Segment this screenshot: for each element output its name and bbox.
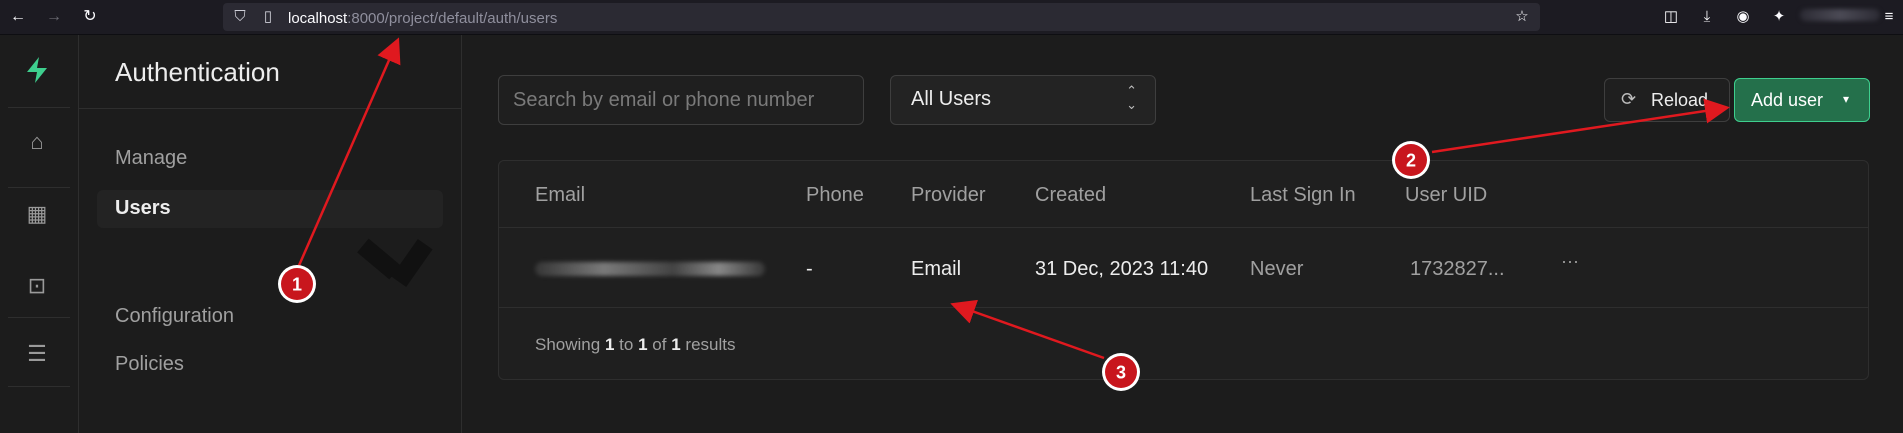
sidebar-item-manage: Manage bbox=[115, 147, 188, 169]
reload-page-icon[interactable]: ↻ bbox=[80, 7, 100, 27]
extensions-icon[interactable]: ✦ bbox=[1770, 8, 1788, 26]
address-bar[interactable]: ⛉ ▯ localhost:8000/project/default/auth/… bbox=[223, 3, 1540, 31]
column-header-email[interactable]: Email bbox=[535, 184, 585, 207]
sidebar-item-configuration[interactable]: Configuration bbox=[115, 305, 234, 328]
cell-created: 31 Dec, 2023 11:40 bbox=[1035, 258, 1209, 280]
add-user-label: Add user bbox=[1751, 90, 1824, 110]
column-header-last-sign-in[interactable]: Last Sign In bbox=[1250, 184, 1356, 207]
cell-last-sign-in: Never bbox=[1250, 258, 1304, 280]
user-filter-select[interactable]: All Users ⌃ ⌄ bbox=[890, 75, 1156, 125]
supabase-logo-icon[interactable] bbox=[22, 55, 52, 85]
chevron-up-down-icon: ⌃ ⌄ bbox=[1126, 83, 1137, 112]
page-icon: ▯ bbox=[263, 8, 273, 25]
reload-label: Reload bbox=[1651, 90, 1709, 110]
terminal-icon[interactable]: ⊡ bbox=[22, 271, 52, 301]
add-user-button[interactable]: Add user ▾ bbox=[1734, 78, 1870, 122]
download-icon[interactable]: ⤓ bbox=[1698, 8, 1716, 26]
icon-rail: ⌂ ▦ ⊡ ☰ bbox=[0, 35, 79, 433]
section-title: Authentication bbox=[115, 57, 280, 87]
sidebar-item-users[interactable]: Users bbox=[115, 197, 171, 220]
column-header-created[interactable]: Created bbox=[1035, 184, 1106, 207]
browser-toolbar: ← → ↻ ⛉ ▯ localhost:8000/project/default… bbox=[0, 0, 1903, 35]
forward-icon[interactable]: → bbox=[44, 7, 64, 27]
redacted-email bbox=[535, 262, 765, 276]
users-table: Email Phone Provider Created Last Sign I… bbox=[498, 160, 1869, 380]
storage-icon[interactable]: ☰ bbox=[22, 339, 52, 369]
url-text[interactable]: localhost:8000/project/default/auth/user… bbox=[288, 10, 557, 27]
search-input[interactable] bbox=[511, 86, 845, 114]
table-icon[interactable]: ▦ bbox=[22, 199, 52, 229]
shield-icon[interactable]: ⛉ bbox=[231, 8, 249, 26]
pocket-icon[interactable]: ◫ bbox=[1662, 8, 1680, 26]
reload-button[interactable]: ⟳ Reload bbox=[1604, 78, 1730, 122]
column-header-provider[interactable]: Provider bbox=[911, 184, 985, 207]
cell-user-uid: 1732827... bbox=[1410, 258, 1505, 280]
redacted-toolbar-area bbox=[1800, 9, 1880, 21]
row-actions-icon[interactable]: ··· bbox=[1561, 251, 1579, 272]
auth-sidebar: Authentication Manage Users Configuratio… bbox=[79, 35, 462, 433]
account-icon[interactable]: ◉ bbox=[1734, 8, 1752, 26]
column-header-user-uid[interactable]: User UID bbox=[1405, 184, 1487, 207]
cell-phone: - bbox=[806, 258, 813, 280]
refresh-icon: ⟳ bbox=[1621, 89, 1637, 109]
home-icon[interactable]: ⌂ bbox=[22, 127, 52, 157]
column-header-phone[interactable]: Phone bbox=[806, 184, 864, 207]
bookmark-star-icon[interactable]: ☆ bbox=[1513, 8, 1531, 26]
back-icon[interactable]: ← bbox=[8, 7, 28, 27]
search-field[interactable] bbox=[498, 75, 864, 125]
main-content: All Users ⌃⌄ ⟳ Reload Add user ▾ Email P… bbox=[462, 35, 1903, 433]
cell-provider: Email bbox=[911, 258, 962, 280]
chevron-down-icon: ▾ bbox=[1843, 92, 1850, 106]
pagination-summary: Showing 1 to 1 of 1 results bbox=[535, 335, 736, 354]
menu-icon[interactable]: ≡ bbox=[1880, 8, 1898, 26]
sidebar-item-policies[interactable]: Policies bbox=[115, 353, 184, 376]
filter-value: All Users bbox=[911, 88, 992, 110]
